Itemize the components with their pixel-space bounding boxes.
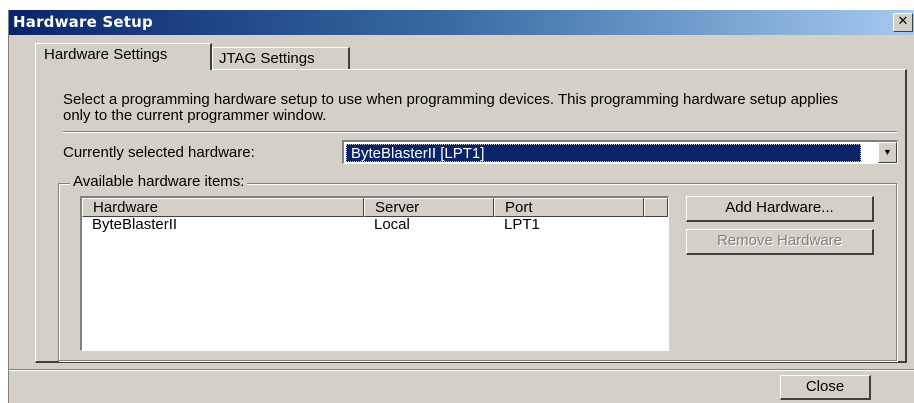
- row-port-cell[interactable]: LPT1: [504, 217, 540, 233]
- hardware-list[interactable]: Hardware Server Port ByteBlasterII Local…: [80, 196, 669, 351]
- hardware-select[interactable]: ByteBlasterII [LPT1] ▼: [342, 140, 898, 164]
- available-hardware-group: Available hardware items: Hardware Serve…: [58, 173, 897, 361]
- remove-hardware-button[interactable]: Remove Hardware: [686, 229, 874, 255]
- close-button[interactable]: Close: [780, 375, 871, 400]
- tab-hardware-settings[interactable]: Hardware Settings: [35, 43, 212, 70]
- chevron-down-icon[interactable]: ▼: [878, 142, 897, 163]
- description-text: Select a programming hardware setup to u…: [63, 91, 839, 124]
- column-header-empty: [644, 198, 668, 217]
- close-icon[interactable]: ✕: [893, 13, 913, 32]
- separator: [63, 131, 897, 133]
- currently-selected-label: Currently selected hardware:: [63, 144, 255, 161]
- column-header-server[interactable]: Server: [364, 198, 494, 217]
- window-title: Hardware Setup: [13, 13, 153, 31]
- column-header-hardware[interactable]: Hardware: [82, 198, 364, 217]
- title-bar[interactable]: Hardware Setup ✕: [9, 10, 914, 35]
- column-header-port[interactable]: Port: [494, 198, 644, 217]
- available-hardware-legend: Available hardware items:: [70, 173, 248, 190]
- add-hardware-button[interactable]: Add Hardware...: [686, 196, 874, 222]
- hardware-settings-panel: Select a programming hardware setup to u…: [35, 69, 907, 363]
- tab-jtag-settings[interactable]: JTAG Settings: [212, 47, 350, 70]
- row-server-cell[interactable]: Local: [374, 217, 410, 233]
- hardware-select-value[interactable]: ByteBlasterII [LPT1]: [346, 144, 861, 162]
- hardware-setup-dialog: Hardware Setup ✕ Hardware Settings JTAG …: [8, 10, 914, 403]
- bottom-separator: [9, 369, 914, 371]
- row-hardware-cell[interactable]: ByteBlasterII: [92, 217, 177, 233]
